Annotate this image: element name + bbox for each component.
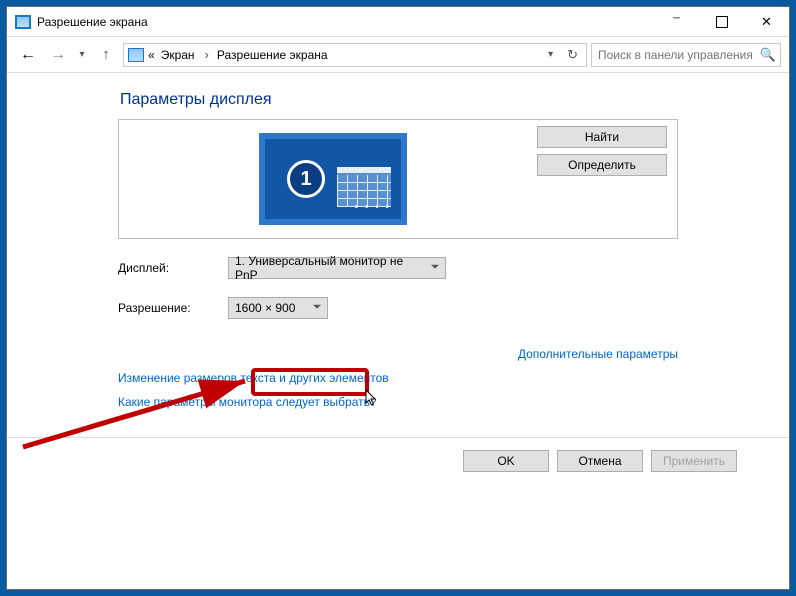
address-bar[interactable]: « Экран Разрешение экрана ▾ ↻ [123, 43, 587, 67]
which-settings-link[interactable]: Какие параметры монитора следует выбрать… [118, 395, 678, 409]
breadcrumb-item-screen[interactable]: Экран [157, 44, 201, 66]
breadcrumb-separator-icon [203, 47, 211, 62]
page-heading: Параметры дисплея [120, 91, 678, 109]
apply-button[interactable]: Применить [651, 450, 737, 472]
ok-button[interactable]: OK [463, 450, 549, 472]
control-panel-window: Разрешение экрана ← → ▾ ↑ « Экран Разреш… [6, 6, 790, 590]
resolution-dropdown[interactable]: 1600 × 900 [228, 297, 328, 319]
monitor-preview[interactable]: 1 • • • • [259, 133, 407, 225]
calendar-icon [337, 167, 391, 207]
history-chevron-icon[interactable]: ▾ [75, 49, 89, 60]
monitor-small-icon [128, 48, 144, 62]
resize-text-link[interactable]: Изменение размеров текста и других элеме… [118, 371, 678, 385]
monitor-dots-icon: • • • • [355, 202, 391, 213]
page-body: Параметры дисплея 1 • • • • Найти Опреде… [7, 73, 789, 589]
address-dropdown-icon[interactable]: ▾ [542, 49, 559, 60]
search-icon[interactable]: 🔍 [760, 47, 776, 63]
display-label: Дисплей: [118, 261, 228, 275]
breadcrumb-prefix: « [148, 48, 155, 62]
close-button[interactable] [744, 7, 789, 37]
window-title: Разрешение экрана [37, 15, 654, 29]
refresh-button[interactable]: ↻ [561, 47, 584, 63]
monitor-icon [15, 15, 31, 29]
identify-button[interactable]: Определить [537, 154, 667, 176]
minimize-button[interactable] [654, 7, 699, 37]
advanced-link[interactable]: Дополнительные параметры [118, 347, 678, 361]
display-value: 1. Универсальный монитор не PnP [235, 254, 427, 282]
titlebar: Разрешение экрана [7, 7, 789, 37]
resolution-label: Разрешение: [118, 301, 228, 315]
resolution-value: 1600 × 900 [235, 301, 295, 315]
forward-button[interactable]: → [45, 46, 71, 64]
display-dropdown[interactable]: 1. Универсальный монитор не PnP [228, 257, 446, 279]
maximize-button[interactable] [699, 7, 744, 37]
search-box[interactable]: 🔍 [591, 43, 781, 67]
monitor-number-badge: 1 [287, 160, 325, 198]
footer-buttons: OK Отмена Применить [7, 438, 789, 492]
find-button[interactable]: Найти [537, 126, 667, 148]
navbar: ← → ▾ ↑ « Экран Разрешение экрана ▾ ↻ 🔍 [7, 37, 789, 73]
cancel-button[interactable]: Отмена [557, 450, 643, 472]
monitor-preview-box: 1 • • • • Найти Определить [118, 119, 678, 239]
back-button[interactable]: ← [15, 46, 41, 64]
breadcrumb-item-resolution[interactable]: Разрешение экрана [213, 44, 334, 66]
search-input[interactable] [596, 47, 760, 63]
monitor-preview-area[interactable]: 1 • • • • [129, 126, 537, 232]
up-button[interactable]: ↑ [93, 46, 119, 63]
